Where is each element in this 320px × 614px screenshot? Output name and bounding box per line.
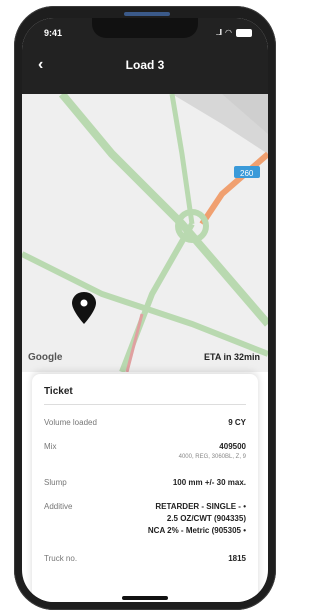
google-logo: Google [28,352,63,363]
row-label-truck: Truck no. [44,554,78,563]
row-label-volume: Volume loaded [44,418,97,427]
phone-frame: 9:41 ...ll ◠ ‹ Load 3 260 Google ETA in … [14,6,276,610]
app-header: 9:41 ...ll ◠ ‹ Load 3 [22,18,268,94]
row-value-additive-1: RETARDER - SINGLE - • [155,502,246,511]
row-sub-mix: 4000, REG, 3060BL, Z, 9 [178,454,246,460]
divider [44,404,246,405]
row-value-slump: 100 mm +/- 30 max. [172,478,246,487]
navigation-bar: ‹ Load 3 [22,46,268,94]
speaker [124,12,170,16]
page-title: Load 3 [125,58,165,72]
map-road-accent [125,313,144,372]
ticket-sheet: Ticket Volume loaded 9 CY Mix 409500 400… [32,374,258,602]
row-value-mix: 409500 [219,442,246,451]
map-pin-icon [72,292,96,324]
wifi-icon: ◠ [225,28,232,37]
signal-icon: ...ll [215,28,222,37]
row-label-slump: Slump [44,478,67,487]
status-time: 9:41 [44,28,63,38]
screen: 9:41 ...ll ◠ ‹ Load 3 260 Google ETA in … [22,18,268,602]
row-value-truck: 1815 [228,554,246,563]
route-line [199,151,268,226]
row-value-additive-3: NCA 2% - Metric (905305 • [147,526,246,535]
status-bar: 9:41 ...ll ◠ [22,18,268,46]
row-value-additive-2: 2.5 OZ/CWT (904335) [166,514,246,523]
route-badge-text: 260 [240,169,254,178]
home-indicator[interactable] [122,596,168,600]
row-value-volume: 9 CY [228,418,246,427]
map-view[interactable]: 260 Google ETA in 32min [22,94,268,372]
status-icons: ...ll ◠ [216,28,252,37]
notch [92,18,198,38]
eta-label: ETA in 32min [203,352,260,362]
ticket-title: Ticket [44,386,73,397]
map-canvas: 260 [22,94,268,372]
row-label-mix: Mix [44,442,57,451]
battery-icon [236,28,252,37]
row-label-additive: Additive [44,502,73,511]
map-road [169,94,195,225]
